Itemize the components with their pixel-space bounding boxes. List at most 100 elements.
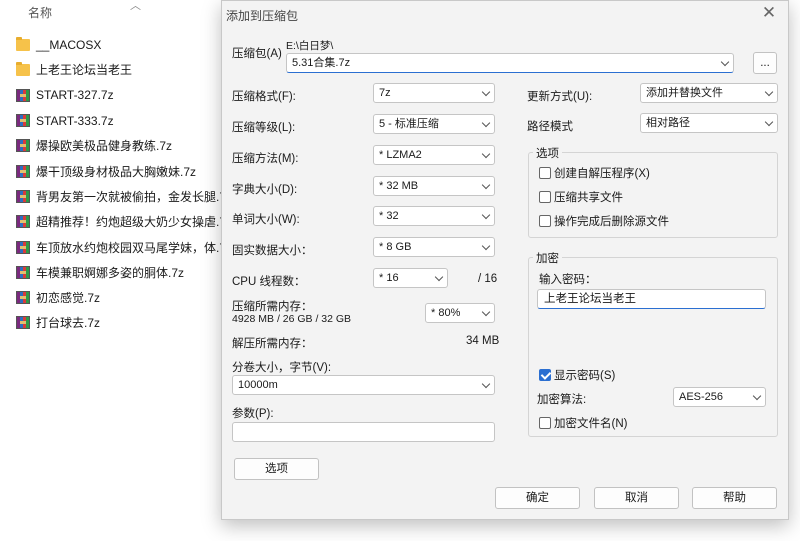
checkbox-checked-icon [539,369,551,381]
close-icon[interactable]: ✕ [760,4,778,22]
list-item[interactable]: START-327.7z [16,83,230,108]
browse-button[interactable]: ... [753,52,777,74]
mem-percent-select[interactable]: * 80% [425,303,495,323]
list-item[interactable]: 上老王论坛当老王 [16,57,230,82]
encrypt-names-checkbox[interactable]: 加密文件名(N) [539,415,627,431]
delete-source-checkbox[interactable]: 操作完成后删除源文件 [539,213,669,229]
update-label: 更新方式(U): [527,91,593,103]
chevron-down-icon [481,379,491,389]
list-item[interactable]: 超精推荐！约炮超级大奶少女操虐.7z [16,209,230,234]
volume-combo[interactable]: 10000m [232,375,495,395]
file-name: START-327.7z [36,88,114,103]
chevron-down-icon [481,307,491,317]
dict-value: * 32 MB [379,180,419,192]
cancel-button[interactable]: 取消 [594,487,679,509]
path-mode-select[interactable]: 相对路径 [640,113,778,133]
list-item[interactable]: 打台球去.7z [16,310,230,335]
list-item[interactable]: 背男友第一次就被偷拍，金发长腿.7z [16,184,230,209]
archive-name-combo[interactable]: 5.31合集.7z [286,53,734,73]
file-name: 车顶放水约炮校园双马尾学妹，体.7z [36,240,230,255]
password-input[interactable]: 上老王论坛当老王 [537,289,766,309]
chevron-down-icon [481,241,491,251]
volume-label: 分卷大小，字节(V): [232,362,332,374]
level-select[interactable]: 5 - 标准压缩 [373,114,495,134]
file-list: __MACOSX 上老王论坛当老王 START-327.7z START-333… [16,32,230,336]
delete-source-label: 操作完成后删除源文件 [554,216,669,228]
format-label: 压缩格式(F): [232,91,296,103]
checkbox-unchecked [539,191,551,203]
column-header-name[interactable]: 名称 [28,4,52,21]
file-name: __MACOSX [36,37,102,52]
chevron-down-icon [720,57,730,67]
file-name: 爆干顶级身材极品大胸嫩妹.7z [36,164,197,179]
file-explorer: 名称 ︿ __MACOSX 上老王论坛当老王 START-327.7z STAR… [0,0,230,541]
list-item[interactable]: 初恋感觉.7z [16,285,230,310]
update-select[interactable]: 添加并替换文件 [640,83,778,103]
chevron-down-icon [481,180,491,190]
encryption-method-select[interactable]: AES-256 [673,387,766,407]
path-mode-value: 相对路径 [646,117,690,129]
mem-decompress-label: 解压所需内存： [232,338,313,350]
solid-select[interactable]: * 8 GB [373,237,495,257]
list-item[interactable]: 车模兼职婀娜多姿的胴体.7z [16,260,230,285]
list-item[interactable]: __MACOSX [16,32,230,57]
checkbox-unchecked [539,215,551,227]
solid-label: 固实数据大小： [232,245,313,257]
params-label: 参数(P): [232,408,274,420]
archive-icon [16,316,30,330]
list-item[interactable]: START-333.7z [16,108,230,133]
update-value: 添加并替换文件 [646,87,723,99]
archive-icon [16,88,30,102]
add-to-archive-dialog: 添加到压缩包 ✕ 压缩包(A) E:\白日梦\ 5.31合集.7z ... 压缩… [221,0,789,520]
cpu-label: CPU 线程数： [232,276,306,288]
archive-icon [16,164,30,178]
method-select[interactable]: * LZMA2 [373,145,495,165]
file-name: 初恋感觉.7z [36,291,101,306]
show-password-checkbox[interactable]: 显示密码(S) [539,367,615,383]
encryption-method-label: 加密算法: [537,394,587,406]
dialog-title: 添加到压缩包 [226,9,299,23]
method-label: 压缩方法(M): [232,153,299,165]
create-sfx-checkbox[interactable]: 创建自解压程序(X) [539,165,650,181]
archive-icon [16,291,30,305]
chevron-down-icon [481,149,491,159]
archive-icon [16,114,30,128]
show-password-label: 显示密码(S) [554,370,616,382]
shared-files-label: 压缩共享文件 [554,192,623,204]
word-label: 单词大小(W): [232,214,300,226]
mem-compress-label: 压缩所需内存： [232,301,313,313]
checkbox-unchecked [539,167,551,179]
archive-icon [16,240,30,254]
ok-button[interactable]: 确定 [495,487,580,509]
chevron-down-icon [481,87,491,97]
cpu-total: / 16 [478,273,498,285]
file-name: 爆操欧美极品健身教练.7z [36,139,173,154]
help-button[interactable]: 帮助 [692,487,777,509]
options-button[interactable]: 选项 [234,458,319,480]
archive-name-value: 5.31合集.7z [292,57,351,69]
archive-icon [16,265,30,279]
file-name: START-333.7z [36,113,114,128]
cpu-value: * 16 [379,272,399,284]
level-label: 压缩等级(L): [232,122,296,134]
archive-icon [16,215,30,229]
chevron-down-icon [434,272,444,282]
list-item[interactable]: 车顶放水约炮校园双马尾学妹，体.7z [16,234,230,259]
list-item[interactable]: 爆操欧美极品健身教练.7z [16,133,230,158]
list-item[interactable]: 爆干顶级身材极品大胸嫩妹.7z [16,158,230,183]
archive-icon [16,139,30,153]
mem-compress-detail: 4928 MB / 26 GB / 32 GB [232,313,352,325]
archive-dir: E:\白日梦\ [286,40,334,52]
volume-value: 10000m [238,379,278,391]
format-select[interactable]: 7z [373,83,495,103]
format-value: 7z [379,87,391,99]
shared-files-checkbox[interactable]: 压缩共享文件 [539,189,623,205]
word-select[interactable]: * 32 [373,206,495,226]
level-value: 5 - 标准压缩 [379,118,439,130]
params-input[interactable] [232,422,495,442]
dict-select[interactable]: * 32 MB [373,176,495,196]
encryption-group-title: 加密 [533,250,562,266]
file-name: 超精推荐！约炮超级大奶少女操虐.7z [36,215,230,230]
cpu-select[interactable]: * 16 [373,268,448,288]
mem-percent-value: * 80% [431,307,461,319]
